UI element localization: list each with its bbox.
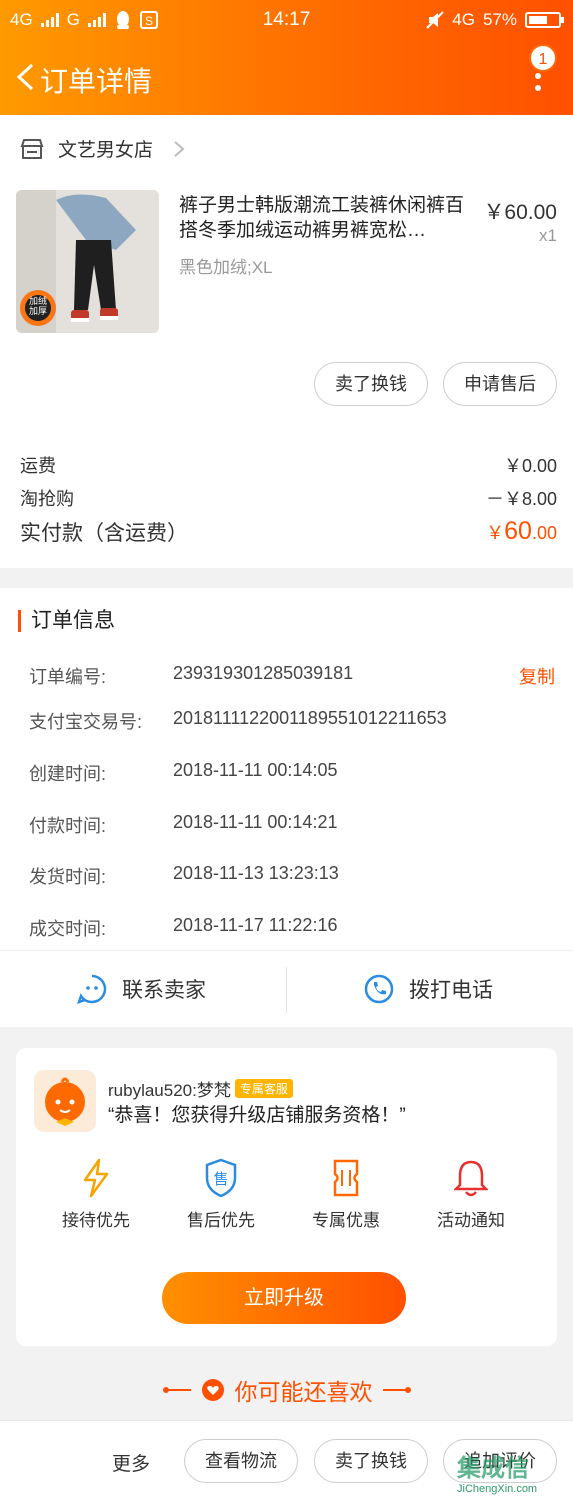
- upgrade-now-button[interactable]: 立即升级: [162, 1272, 406, 1324]
- shipping-label: 运费: [20, 456, 56, 476]
- status-right: 4G 57%: [426, 10, 564, 30]
- copy-button[interactable]: 复制: [519, 663, 555, 689]
- site-watermark: 集成信 JiChengXin.com: [457, 1448, 571, 1498]
- app-header: 4G G S 14:17 4G 57% 订单详情 1: [0, 0, 573, 115]
- nav-bar: 订单详情 1: [0, 44, 573, 106]
- back-arrow-icon[interactable]: [14, 62, 36, 92]
- shop-name[interactable]: 文艺男女店: [58, 135, 153, 162]
- lightning-icon: [83, 1158, 109, 1198]
- info-value: 2018111122001189551012211653: [173, 708, 447, 728]
- info-label: 付款时间:: [29, 816, 107, 836]
- info-label: 发货时间:: [29, 867, 107, 887]
- battery-percent: 57%: [482, 10, 517, 29]
- mascot-icon: [45, 1077, 85, 1126]
- info-row-created: 创建时间: 2018-11-11 00:14:05: [29, 760, 555, 784]
- more-actions-button[interactable]: 更多: [112, 1449, 150, 1476]
- info-row-completed: 成交时间: 2018-11-17 11:22:16: [29, 915, 555, 939]
- shipping-value: ￥0.00: [503, 456, 557, 476]
- battery-icon: [525, 12, 564, 28]
- discount-row: 淘抢购 －￥8.00: [20, 485, 557, 511]
- info-row-paid: 付款时间: 2018-11-11 00:14:21: [29, 812, 555, 836]
- info-label: 成交时间:: [29, 919, 107, 939]
- view-logistics-button[interactable]: 查看物流: [184, 1439, 298, 1483]
- info-value: 2018-11-11 00:14:21: [173, 812, 338, 832]
- product-title[interactable]: 裤子男士韩版潮流工装裤休闲裤百搭冬季加绒运动裤男裤宽松…: [179, 193, 469, 243]
- contact-bar: 联系卖家 拨打电话: [0, 950, 573, 1027]
- perk-aftersale-priority: 售 售后优先: [166, 1158, 276, 1231]
- perk-reception-priority: 接待优先: [41, 1158, 151, 1231]
- info-row-order-id: 订单编号: 239319301285039181 复制: [29, 663, 555, 687]
- network-indicator-right: 4G: [452, 10, 475, 29]
- total-currency: ￥: [486, 523, 505, 543]
- status-bar: 4G G S 14:17 4G 57%: [0, 0, 573, 40]
- sell-button[interactable]: 卖了换钱: [314, 362, 428, 406]
- info-value: 2018-11-17 11:22:16: [173, 915, 338, 935]
- info-row-shipped: 发货时间: 2018-11-13 13:23:13: [29, 863, 555, 887]
- contact-seller-label: 联系卖家: [122, 979, 206, 1002]
- shield-icon-text: 售: [213, 1170, 228, 1188]
- shop-icon: [20, 138, 44, 159]
- thumbnail-badge: 加绒加厚: [28, 296, 47, 316]
- chevron-right-icon: [174, 140, 185, 157]
- order-info-title: 订单信息: [18, 610, 115, 632]
- watermark-url: JiChengXin.com: [457, 1483, 538, 1495]
- mute-icon: [426, 11, 444, 29]
- product-spec: 黑色加绒;XL: [179, 258, 273, 277]
- info-value: 2018-11-11 00:14:05: [173, 760, 338, 780]
- bell-icon: [454, 1160, 488, 1197]
- chat-face-icon: [77, 974, 107, 1004]
- total-row: 实付款（含运费） ￥60.00: [20, 517, 557, 547]
- total-decimal: .00: [531, 523, 557, 543]
- info-row-alipay: 支付宝交易号: 2018111122001189551012211653: [29, 708, 555, 732]
- recommend-title: 你可能还喜欢: [234, 1379, 373, 1405]
- service-agent: rubylau520:梦梵 专属客服: [108, 1076, 293, 1101]
- divider-left: [162, 1387, 191, 1393]
- info-value: 2018-11-13 13:23:13: [173, 863, 339, 883]
- shield-icon: 售: [205, 1158, 237, 1198]
- shipping-row: 运费 ￥0.00: [20, 452, 557, 478]
- phone-icon: [364, 974, 394, 1004]
- perk-exclusive-discount: 专属优惠: [291, 1158, 401, 1231]
- service-avatar: [34, 1070, 96, 1132]
- call-phone-label: 拨打电话: [409, 979, 493, 1002]
- contact-divider: [286, 967, 287, 1013]
- after-sale-button[interactable]: 申请售后: [443, 362, 557, 406]
- perk-event-notice: 活动通知: [416, 1158, 526, 1231]
- shop-header[interactable]: 文艺男女店: [20, 135, 185, 162]
- call-phone-button[interactable]: 拨打电话: [363, 973, 493, 1005]
- service-upgrade-card: rubylau520:梦梵 专属客服 “恭喜！您获得升级店铺服务资格！” 接待优…: [16, 1048, 557, 1346]
- watermark-logo: 集成信: [457, 1455, 529, 1482]
- recommend-header: 你可能还喜欢: [0, 1362, 573, 1418]
- service-message: “恭喜！您获得升级店铺服务资格！”: [108, 1105, 406, 1126]
- perk-label: 专属优惠: [312, 1211, 380, 1230]
- heart-icon: [201, 1379, 224, 1401]
- product-quantity: x1: [539, 226, 557, 245]
- perk-label: 活动通知: [437, 1211, 505, 1230]
- service-agent-name: rubylau520:梦梵: [108, 1081, 231, 1100]
- info-label: 支付宝交易号:: [29, 712, 143, 732]
- perk-label: 接待优先: [62, 1211, 130, 1230]
- perk-label: 售后优先: [187, 1211, 255, 1230]
- page-title: 订单详情: [40, 66, 153, 97]
- info-label: 创建时间:: [29, 764, 107, 784]
- bottom-sell-button[interactable]: 卖了换钱: [314, 1439, 428, 1483]
- discount-label: 淘抢购: [20, 489, 74, 509]
- total-label: 实付款（含运费）: [20, 522, 188, 545]
- info-label: 订单编号:: [29, 667, 107, 687]
- contact-seller-button[interactable]: 联系卖家: [76, 973, 206, 1005]
- product-thumbnail[interactable]: 加绒加厚: [16, 190, 159, 333]
- discount-value: －￥8.00: [485, 489, 557, 509]
- product-price: ￥60.00: [483, 201, 557, 224]
- total-value: ￥60.00: [486, 517, 557, 547]
- message-badge: 1: [529, 44, 557, 72]
- info-value: 239319301285039181: [173, 663, 354, 683]
- divider-right: [382, 1387, 411, 1393]
- total-integer: 60: [504, 517, 532, 545]
- service-tag: 专属客服: [234, 1079, 293, 1098]
- coupon-icon: [333, 1159, 359, 1197]
